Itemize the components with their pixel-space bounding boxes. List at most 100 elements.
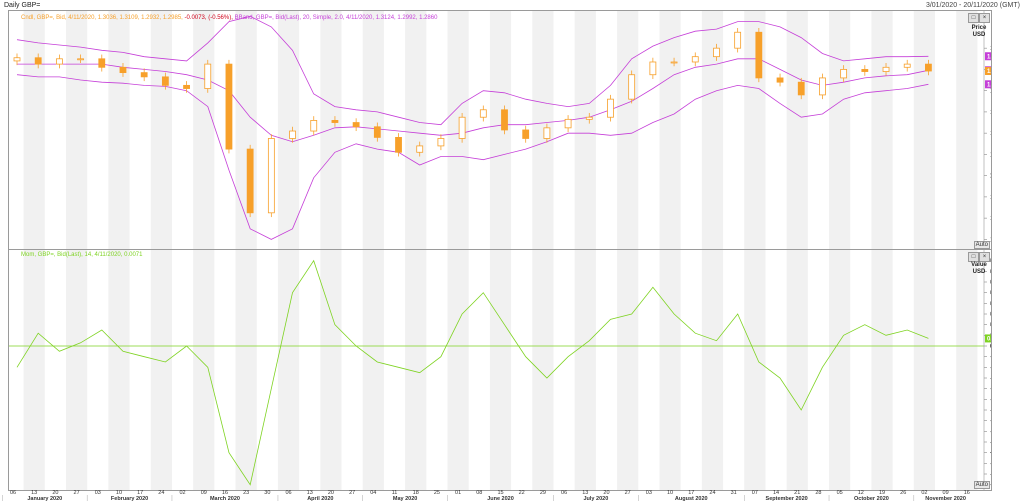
bband-legend: BBand, GBP=, Bid(Last), 20, Simple, 2.0,…	[234, 15, 438, 21]
candle	[691, 56, 699, 63]
week-band	[659, 250, 681, 490]
candle	[140, 72, 148, 78]
week-band	[913, 250, 936, 490]
candle	[225, 63, 233, 150]
x-tick-label: 27	[625, 490, 631, 496]
candle	[564, 118, 572, 129]
candle	[882, 66, 890, 72]
price-auto-button[interactable]: Auto	[973, 241, 990, 249]
candle	[649, 61, 657, 76]
x-tick-label: 29	[540, 490, 546, 496]
maximize-icon[interactable]: □	[968, 13, 979, 23]
candle	[585, 116, 593, 120]
momentum-tick-label: -0.01	[990, 355, 991, 361]
x-tick-label: 05	[837, 490, 843, 496]
week-band	[277, 11, 300, 250]
change-legend: -0.0073, (-0.56%),	[184, 15, 233, 21]
candle	[373, 126, 381, 138]
price-chart[interactable]: 1.321.31.281.261.241.221.21.181.161.141.…	[9, 11, 991, 250]
candle	[352, 122, 360, 128]
week-band	[871, 250, 893, 490]
momentum-chart[interactable]: 0.080.070.060.050.040.030.020.010-0.01-0…	[9, 250, 991, 490]
momentum-tick-label: -0.02	[990, 365, 991, 371]
momentum-tick-label: 0	[990, 344, 991, 350]
x-tick-label: 23	[243, 490, 249, 496]
week-band	[829, 250, 851, 490]
x-tick-label: 03	[646, 490, 652, 496]
candle	[458, 116, 466, 139]
week-band	[659, 11, 681, 250]
x-tick-label: 22	[519, 490, 525, 496]
x-tick-label: 01	[455, 490, 461, 496]
momentum-tick-label: -0.1	[990, 451, 991, 457]
candle	[416, 145, 424, 153]
x-tick-label: 31	[731, 490, 737, 496]
candle	[437, 138, 445, 147]
week-band	[871, 11, 893, 250]
momentum-axis-title-2: USD	[972, 269, 986, 275]
momentum-axis-title: Value USD	[969, 262, 989, 276]
candle	[267, 138, 275, 214]
candle	[543, 127, 551, 139]
x-tick-label: 02	[180, 490, 186, 496]
candle	[204, 63, 212, 89]
date-range: 3/01/2020 - 20/11/2020 (GMT)	[925, 2, 1020, 9]
close-icon[interactable]: ×	[979, 13, 990, 23]
month-label: November 2020	[925, 496, 966, 501]
x-tick-label: 30	[264, 490, 270, 496]
momentum-tick-label: -0.06	[990, 408, 991, 414]
week-band	[786, 11, 808, 250]
price-tick-label: 1.22	[990, 152, 991, 158]
price-tick-label: 1.24	[990, 131, 991, 137]
momentum-pane[interactable]: 0.080.070.060.050.040.030.020.010-0.01-0…	[8, 249, 992, 491]
week-band	[235, 250, 257, 490]
x-tick-label: 04	[370, 490, 376, 496]
candle	[183, 84, 190, 89]
month-label: April 2020	[307, 496, 333, 501]
momentum-tick-label: -0.04	[990, 387, 991, 393]
candle	[776, 77, 784, 83]
week-band	[744, 11, 766, 250]
candle	[797, 81, 805, 96]
month-label: January 2020	[27, 496, 62, 501]
month-label: March 2020	[210, 496, 240, 501]
week-band	[786, 250, 808, 490]
candle	[522, 129, 530, 139]
momentum-tick-label: 0.05	[990, 291, 991, 297]
momentum-tick-label: 0.07	[990, 269, 991, 275]
candle	[479, 109, 487, 118]
month-label: October 2020	[854, 496, 889, 501]
week-band	[617, 250, 639, 490]
x-tick-label: 08	[476, 490, 482, 496]
week-band	[532, 11, 554, 250]
candle	[119, 66, 127, 74]
candle	[310, 120, 318, 132]
price-axis-title-1: Price	[971, 25, 987, 31]
week-band	[956, 250, 978, 490]
x-tick-label: 06	[10, 490, 16, 496]
week-band	[489, 11, 512, 250]
momentum-tick-label: -0.13	[990, 483, 991, 489]
week-band	[108, 250, 130, 490]
candle	[161, 76, 169, 86]
x-tick-label: 06	[561, 490, 567, 496]
momentum-tick-label: -0.11	[990, 461, 991, 467]
x-tick-label: 24	[158, 490, 164, 496]
candle	[501, 109, 508, 131]
momentum-auto-button[interactable]: Auto	[973, 481, 990, 489]
close-icon[interactable]: ×	[979, 252, 990, 262]
maximize-icon[interactable]: □	[968, 252, 979, 262]
week-band	[829, 11, 851, 250]
x-tick-label: 07	[752, 490, 758, 496]
price-pane[interactable]: 1.321.31.281.261.241.221.21.181.161.141.…	[8, 10, 992, 251]
week-band	[65, 250, 88, 490]
week-band	[447, 11, 469, 250]
candle	[713, 47, 720, 58]
month-label: August 2020	[675, 496, 708, 501]
momentum-legend: Mom, GBP=, Bid(Last), 14, 4/11/2020, 0.0…	[21, 252, 143, 258]
momentum-tick-label: 0.02	[990, 323, 991, 329]
candle	[331, 120, 339, 123]
candle	[925, 63, 932, 72]
price-tag-label: 1.2860	[987, 82, 991, 88]
price-tick-label: 1.26	[990, 110, 991, 116]
